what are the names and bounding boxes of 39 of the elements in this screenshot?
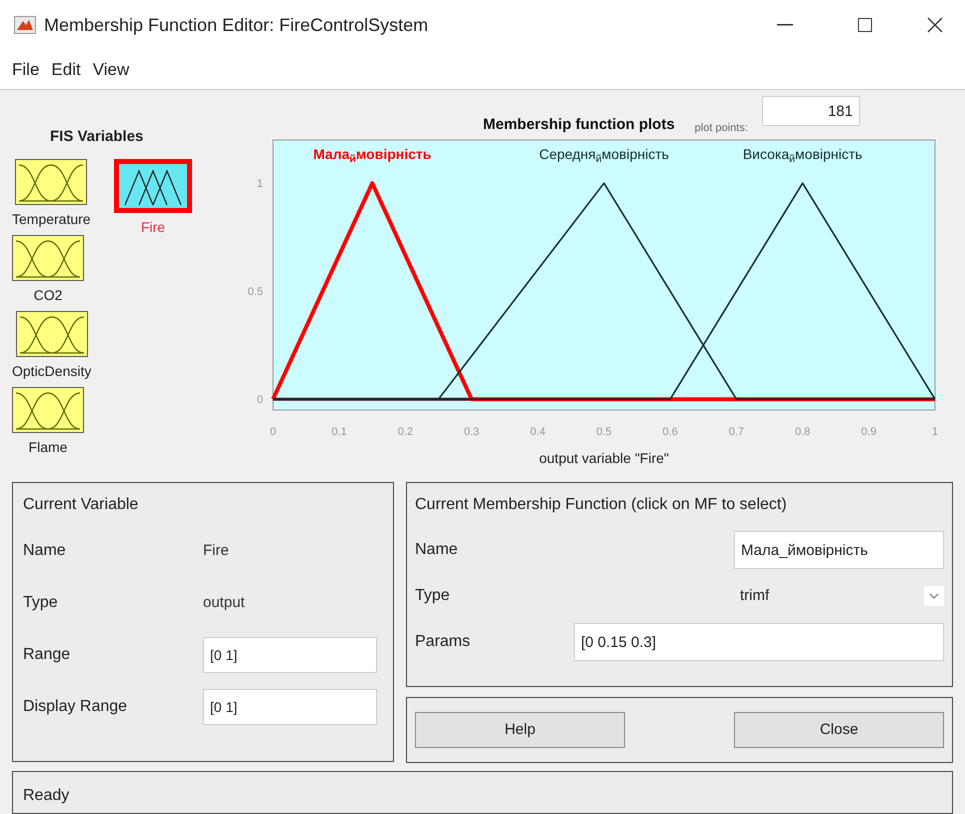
tick-label: 0.5 (596, 426, 612, 438)
panel-title: FIS Variables (50, 127, 144, 147)
curve-label: Мала$_{й}$мовірність (313, 145, 432, 165)
field-value: output (203, 592, 245, 613)
field-label: Type (23, 593, 59, 613)
tick-label: 0.4 (530, 426, 546, 438)
tick-label: 1 (256, 178, 263, 190)
tick-label: 0.8 (794, 426, 810, 438)
field-label: Params (415, 632, 470, 652)
tick-label: 0.9 (861, 426, 876, 438)
field-label: Type (415, 586, 450, 606)
field-label: Name (415, 540, 458, 560)
tick-label: 0.7 (728, 426, 744, 438)
variable-label: Fire (140, 218, 166, 236)
window-title: Membership Function Editor: FireControlSystem (44, 14, 428, 37)
variable-label: Temperature (12, 210, 91, 229)
curve-label: Висока$_{й}$мовірність (742, 145, 862, 165)
field-label: Range (23, 645, 72, 665)
field-value: Fire (203, 540, 229, 561)
plot-points-label: plot points: (694, 120, 748, 136)
tick-label: 1 (932, 426, 938, 438)
tick-label: 0.6 (662, 426, 678, 438)
tick-label: 0.1 (332, 426, 347, 438)
panel-title: Current Variable (22, 495, 140, 515)
status-text: Ready (23, 786, 70, 806)
chart-title: Membership function plots (483, 114, 675, 134)
field-label: Display Range (23, 697, 128, 717)
variable-label: OpticDensity (12, 362, 92, 381)
variable-label: Flame (28, 438, 68, 456)
tick-label: 0.2 (398, 426, 414, 438)
tick-label: 0.3 (464, 426, 480, 438)
field-label: Name (23, 541, 67, 561)
tick-label: 0.5 (248, 286, 263, 298)
tick-label: 0 (256, 394, 263, 406)
tick-label: 0 (270, 426, 276, 438)
curve-label: Середня$_{й}$мовірність (539, 145, 669, 165)
axis-label: output variable "Fire" (539, 450, 669, 466)
panel-title: Current Membership Function (click on MF to select) (414, 495, 788, 515)
variable-label: CO2 (34, 286, 62, 304)
